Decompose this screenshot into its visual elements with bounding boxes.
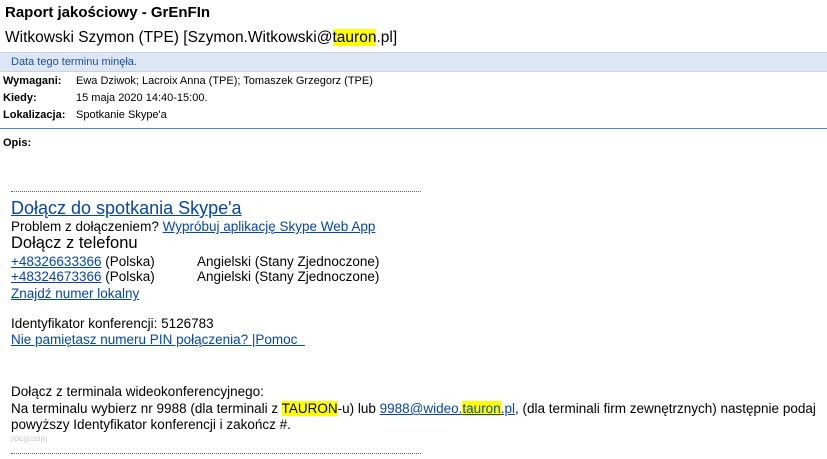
video-heading: Dołącz z terminala wideokonferencyjnego: xyxy=(11,384,264,399)
info-bar-text: Data tego terminu minęła. xyxy=(11,56,137,68)
problem-line: Problem z dołączeniem? Wypróbuj aplikacj… xyxy=(11,219,375,234)
video-text-b: -u) lub xyxy=(337,401,380,416)
when-label: Kiedy: xyxy=(3,92,37,104)
phone-language-2: Angielski (Stany Zjednoczone) xyxy=(197,269,380,284)
video-link-b: .pl xyxy=(500,401,515,416)
location-value: Spotkanie Skype'a xyxy=(76,109,167,121)
help-link[interactable]: Pomoc xyxy=(255,332,297,347)
phone-row-2: +48324673366 (Polska) xyxy=(11,269,155,284)
video-link-highlight: tauron xyxy=(462,401,501,416)
video-email-link[interactable]: 9988@wideo.tauron.pl xyxy=(380,401,515,416)
find-local-number-link[interactable]: Znajdź numer lokalny xyxy=(11,286,139,301)
phone-language-1: Angielski (Stany Zjednoczone) xyxy=(197,254,380,269)
help-link-trailing-underline xyxy=(297,332,305,347)
local-number-row: Znajdź numer lokalny xyxy=(11,286,139,301)
footer-code: [!OC([1033])!] xyxy=(11,437,48,443)
phone-row-1: +48326633366 (Polska) xyxy=(11,254,155,269)
phone-number-link[interactable]: +48326633366 xyxy=(11,254,101,269)
phone-country: (Polska) xyxy=(105,269,155,284)
required-value: Ewa Dziwok; Lacroix Anna (TPE); Tomaszek… xyxy=(76,75,373,87)
pin-help-row: Nie pamiętasz numeru PIN połączenia? |Po… xyxy=(11,332,305,347)
description-label: Opis: xyxy=(3,137,32,149)
dotted-separator-bottom xyxy=(11,453,421,454)
when-value: 15 maja 2020 14:40-15:00. xyxy=(76,92,208,104)
sender-line: Witkowski Szymon (TPE) [Szymon.Witkowski… xyxy=(5,29,397,47)
video-link-a: 9988@wideo. xyxy=(379,401,463,416)
info-bar: Data tego terminu minęła. xyxy=(0,52,827,72)
location-label: Lokalizacja: xyxy=(3,109,66,121)
video-highlight: TAURON xyxy=(281,401,338,416)
forgot-pin-link[interactable]: Nie pamiętasz numeru PIN połączenia? xyxy=(11,332,248,347)
meeting-subject: Raport jakościowy - GrEnFIn xyxy=(5,4,211,21)
phone-number-link[interactable]: +48324673366 xyxy=(11,269,101,284)
phone-country: (Polska) xyxy=(105,254,155,269)
skype-web-app-link[interactable]: Wypróbuj aplikację Skype Web App xyxy=(163,219,376,234)
problem-text: Problem z dołączeniem? xyxy=(11,219,159,234)
phone-heading: Dołącz z telefonu xyxy=(11,234,138,252)
video-line-1: Na terminalu wybierz nr 9988 (dla termin… xyxy=(11,401,816,416)
required-label: Wymagani: xyxy=(3,75,62,87)
conference-id: Identyfikator konferencji: 5126783 xyxy=(11,316,214,331)
join-skype-meeting-link[interactable]: Dołącz do spotkania Skype'a xyxy=(11,198,242,219)
video-text-c: , (dla terminali firm zewnętrznych) nast… xyxy=(514,401,816,416)
header-divider xyxy=(0,128,827,129)
video-text-a: Na terminalu wybierz nr 9988 (dla termin… xyxy=(11,401,282,416)
dotted-separator-top xyxy=(11,191,421,192)
video-line-2: powyższy Identyfikator konferencji i zak… xyxy=(11,417,291,432)
sender-highlight: tauron xyxy=(332,29,377,46)
sender-suffix: .pl] xyxy=(376,29,398,46)
sender-prefix: Witkowski Szymon (TPE) [Szymon.Witkowski… xyxy=(5,29,333,46)
